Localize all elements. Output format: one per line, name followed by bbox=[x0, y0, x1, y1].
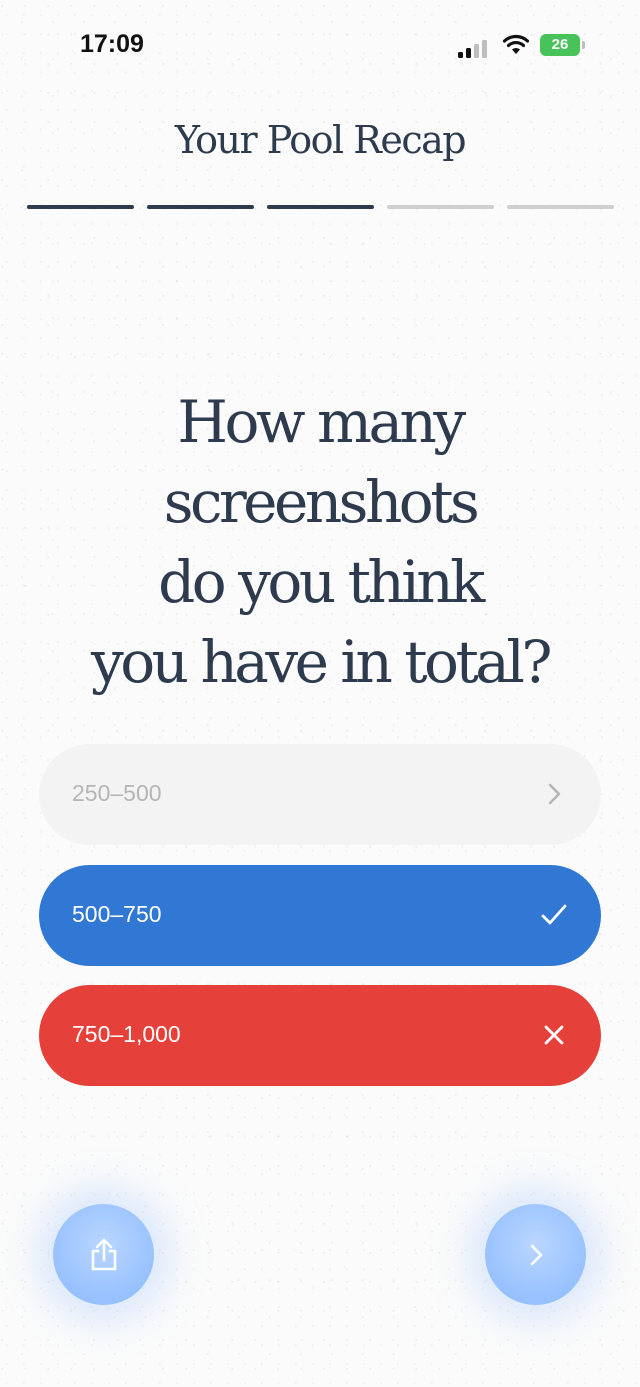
next-button[interactable] bbox=[485, 1204, 586, 1305]
status-time: 17:09 bbox=[80, 30, 144, 58]
share-icon bbox=[91, 1238, 116, 1270]
progress-segment bbox=[507, 205, 614, 209]
question-line: do you think bbox=[158, 548, 485, 616]
answer-option-label: 500–750 bbox=[72, 901, 162, 927]
battery-cap bbox=[582, 41, 585, 49]
answer-option-label: 250–500 bbox=[72, 780, 162, 806]
story-progress-bar bbox=[27, 205, 614, 209]
status-bar: 17:09 26 bbox=[0, 0, 640, 96]
chevron-right-icon bbox=[530, 1244, 542, 1265]
wifi-icon bbox=[502, 34, 530, 56]
question-line: screenshots bbox=[163, 468, 480, 536]
question-line: you have in total? bbox=[90, 628, 553, 696]
answer-option-750-1000[interactable]: 750–1,000 bbox=[39, 985, 601, 1086]
answer-option-label: 750–1,000 bbox=[72, 1021, 181, 1047]
progress-segment bbox=[147, 205, 254, 209]
page-title: Your Pool Recap bbox=[174, 118, 467, 162]
answer-option-500-750[interactable]: 500–750 bbox=[39, 865, 601, 966]
answer-option-250-500[interactable]: 250–500 bbox=[39, 744, 601, 845]
progress-segment bbox=[387, 205, 494, 209]
checkmark-icon bbox=[537, 898, 571, 932]
share-button[interactable] bbox=[53, 1204, 154, 1305]
cellular-signal-icon bbox=[458, 38, 492, 58]
chevron-right-icon bbox=[537, 777, 571, 811]
progress-segment bbox=[267, 205, 374, 209]
question-heading: How many screenshots do you think you ha… bbox=[20, 382, 620, 702]
question-line: How many bbox=[177, 388, 466, 456]
battery-indicator: 26 bbox=[540, 34, 580, 56]
progress-segment bbox=[27, 205, 134, 209]
close-icon bbox=[537, 1018, 571, 1052]
